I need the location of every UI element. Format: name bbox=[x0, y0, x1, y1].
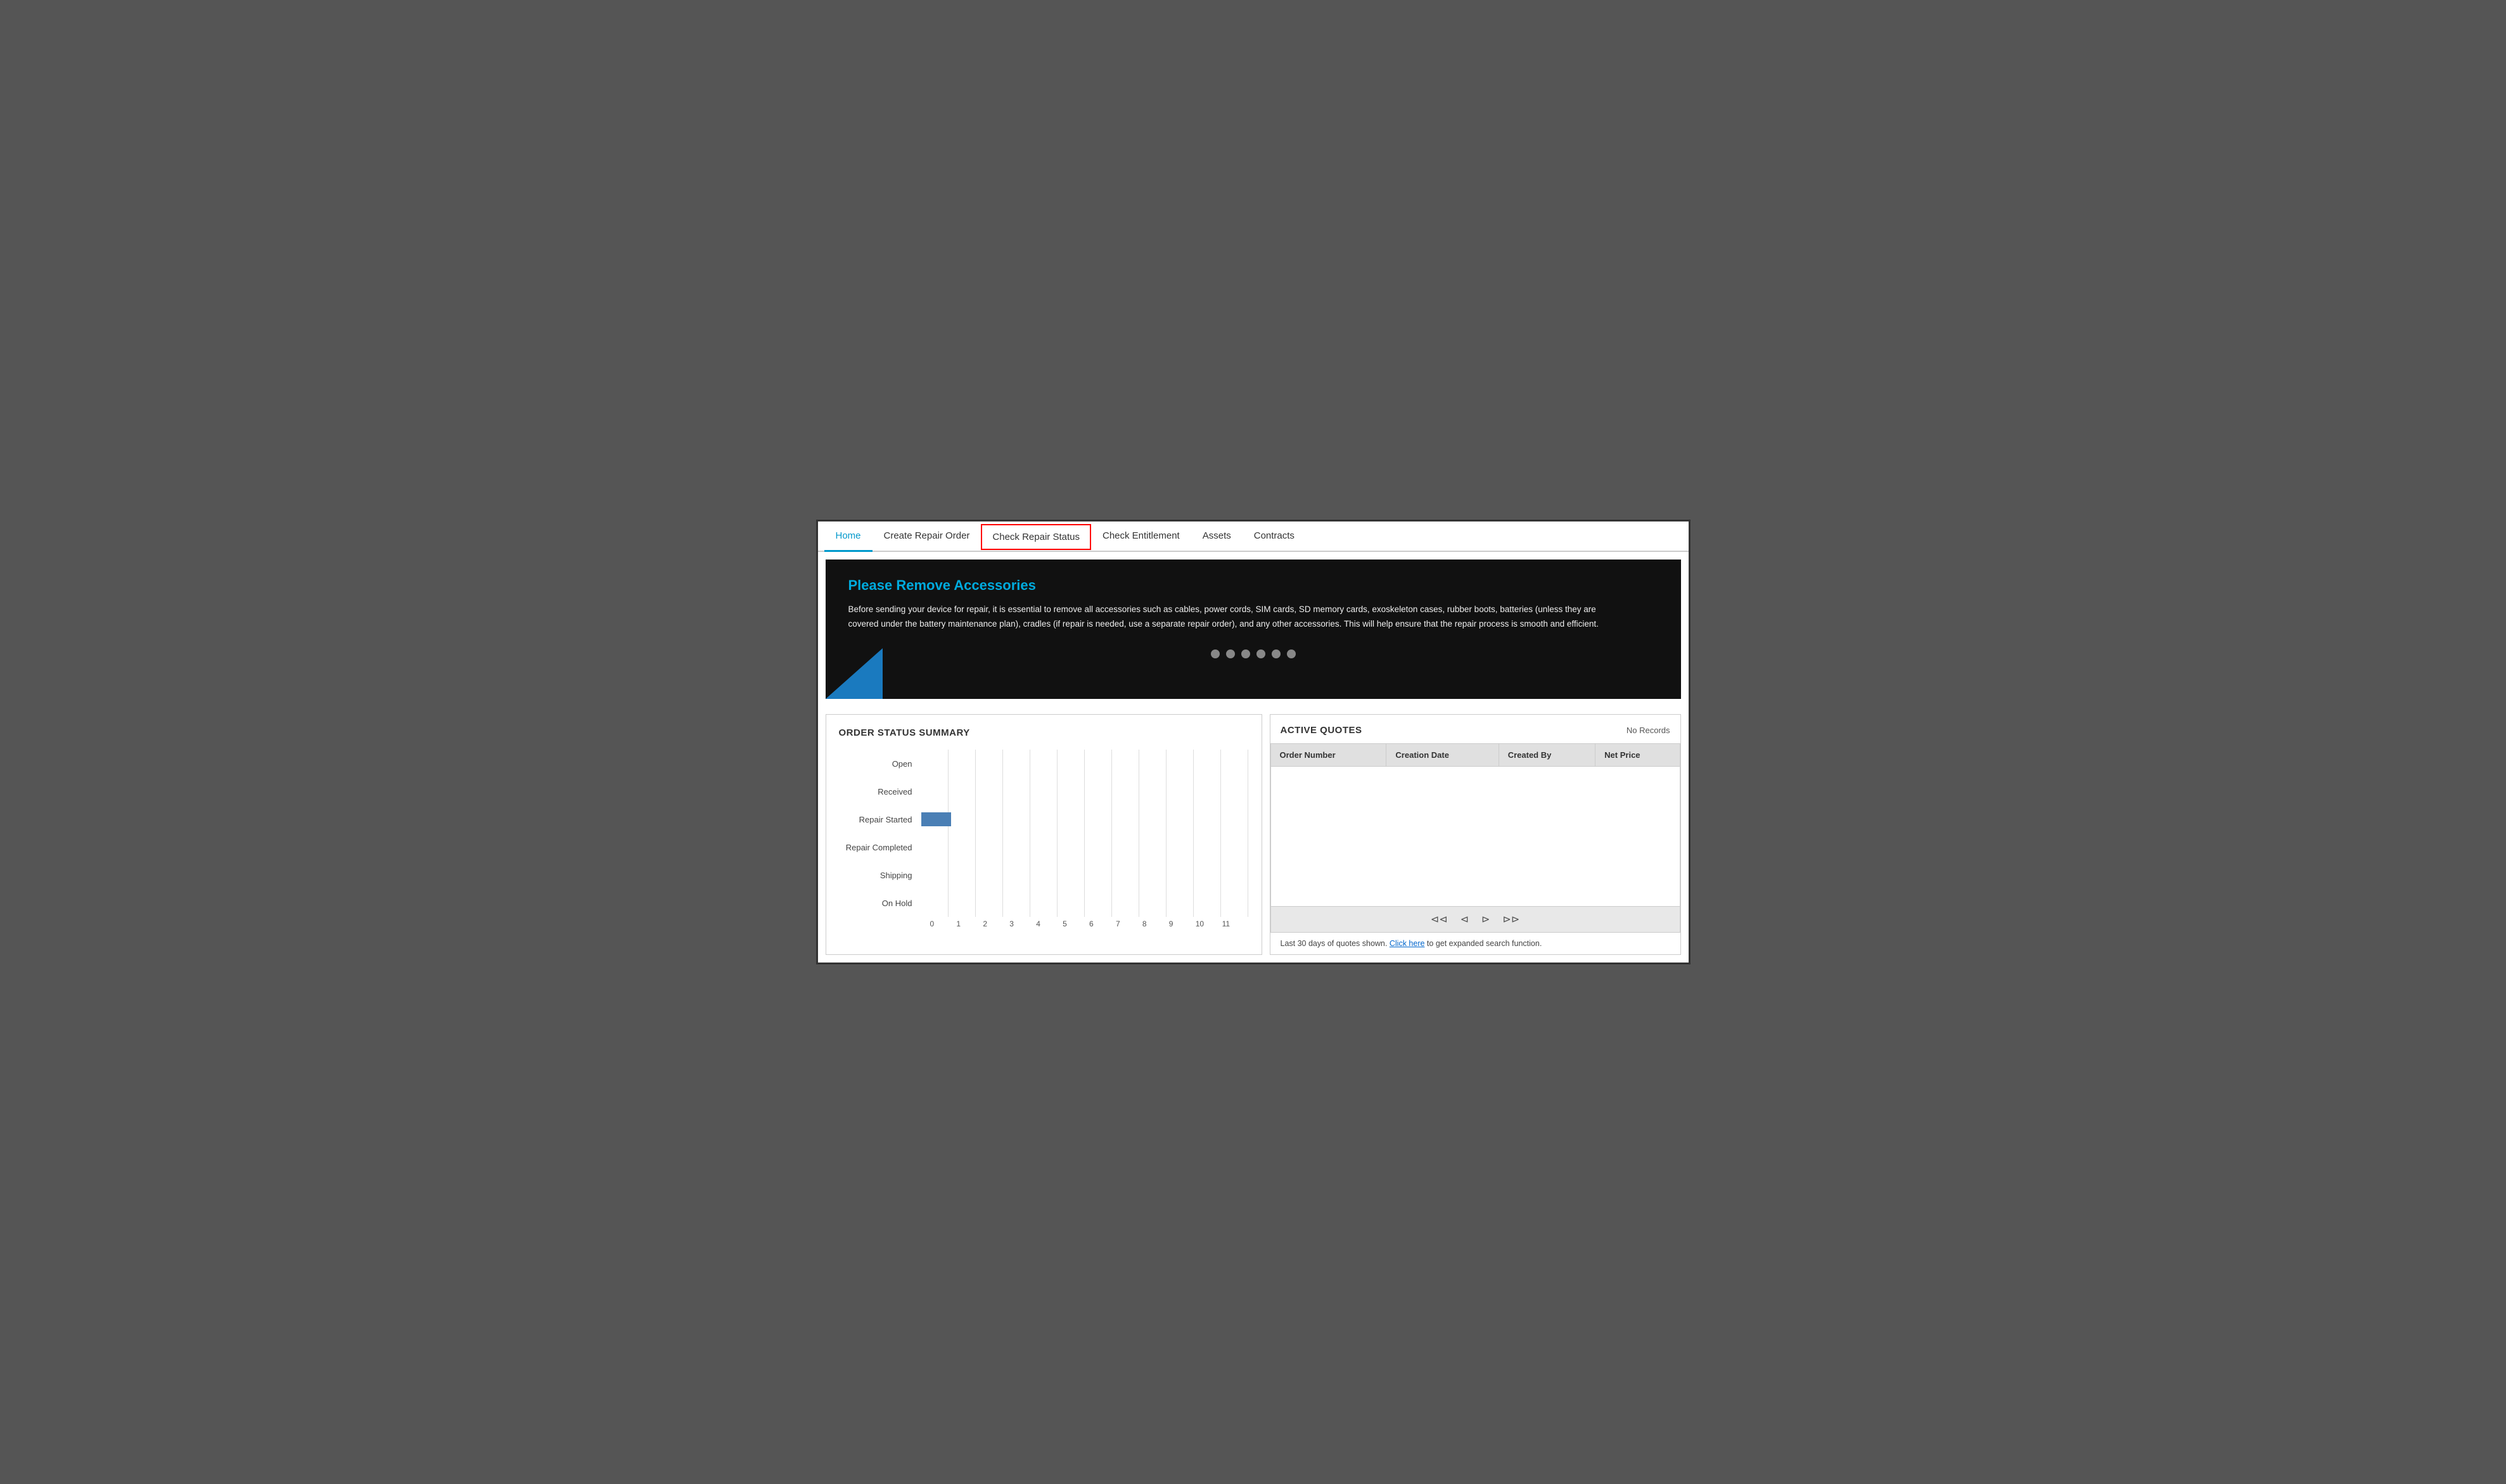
x-axis-label: 10 bbox=[1196, 919, 1222, 928]
nav-item-home[interactable]: Home bbox=[824, 521, 873, 552]
x-axis-label: 9 bbox=[1169, 919, 1196, 928]
quotes-pagination: ⊲⊲ ⊲ ⊳ ⊳⊳ bbox=[1270, 906, 1680, 933]
chart-bar-area bbox=[921, 805, 1249, 833]
quotes-panel: ACTIVE QUOTES No Records Order Number Cr… bbox=[1270, 714, 1681, 955]
x-axis-label: 7 bbox=[1116, 919, 1142, 928]
x-axis-label: 5 bbox=[1063, 919, 1089, 928]
col-net-price: Net Price bbox=[1595, 744, 1680, 767]
chart-bar bbox=[921, 812, 951, 826]
dot-3 bbox=[1241, 649, 1250, 658]
nav-item-check-entitlement[interactable]: Check Entitlement bbox=[1091, 521, 1191, 552]
dot-6 bbox=[1287, 649, 1296, 658]
order-status-title: ORDER STATUS SUMMARY bbox=[839, 727, 1249, 738]
nav-item-assets[interactable]: Assets bbox=[1191, 521, 1243, 552]
chart-row-label: Received bbox=[839, 787, 921, 796]
chart-bar-area bbox=[921, 833, 1249, 861]
chart-row: Repair Started bbox=[839, 805, 1249, 833]
nav-bar: Home Create Repair Order Check Repair St… bbox=[818, 521, 1689, 552]
chart-row: Shipping bbox=[839, 861, 1249, 889]
chart-row: On Hold bbox=[839, 889, 1249, 917]
quotes-empty-area bbox=[1270, 767, 1680, 906]
x-axis-label: 3 bbox=[1009, 919, 1036, 928]
chart-x-axis: 01234567891011 bbox=[930, 917, 1249, 928]
chart-row: Received bbox=[839, 777, 1249, 805]
dot-2 bbox=[1226, 649, 1235, 658]
content-row: ORDER STATUS SUMMARY Open Received Repair … bbox=[818, 707, 1689, 963]
banner-dots bbox=[848, 649, 1658, 658]
chart-bar-area bbox=[921, 750, 1249, 777]
nav-item-contracts[interactable]: Contracts bbox=[1243, 521, 1306, 552]
dot-1 bbox=[1211, 649, 1220, 658]
chart-row-label: On Hold bbox=[839, 899, 921, 908]
chart-bar-area bbox=[921, 889, 1249, 917]
col-creation-date: Creation Date bbox=[1386, 744, 1499, 767]
col-order-number: Order Number bbox=[1270, 744, 1386, 767]
quotes-table-header-row: Order Number Creation Date Created By Ne… bbox=[1270, 744, 1680, 767]
pagination-next[interactable]: ⊳ bbox=[1478, 912, 1493, 927]
banner-title: Please Remove Accessories bbox=[848, 577, 1658, 594]
quotes-footer-text: Last 30 days of quotes shown. bbox=[1281, 939, 1388, 948]
app-container: Home Create Repair Order Check Repair St… bbox=[816, 520, 1691, 964]
chart-row-label: Repair Started bbox=[839, 815, 921, 824]
banner-triangle bbox=[826, 648, 883, 699]
chart-area: Open Received Repair Started Repair Complet… bbox=[839, 750, 1249, 917]
x-axis-label: 4 bbox=[1036, 919, 1063, 928]
nav-item-check-repair-status[interactable]: Check Repair Status bbox=[981, 524, 1091, 550]
pagination-last[interactable]: ⊳⊳ bbox=[1499, 912, 1523, 927]
chart-row: Repair Completed bbox=[839, 833, 1249, 861]
no-records-label: No Records bbox=[1627, 726, 1670, 735]
pagination-first[interactable]: ⊲⊲ bbox=[1427, 912, 1452, 927]
chart-row-label: Shipping bbox=[839, 871, 921, 880]
quotes-header: ACTIVE QUOTES No Records bbox=[1270, 715, 1680, 741]
x-axis-label: 11 bbox=[1222, 919, 1249, 928]
dot-4 bbox=[1256, 649, 1265, 658]
dot-5 bbox=[1272, 649, 1281, 658]
banner: Please Remove Accessories Before sending… bbox=[826, 560, 1681, 699]
x-axis-label: 6 bbox=[1089, 919, 1116, 928]
nav-item-create-repair-order[interactable]: Create Repair Order bbox=[873, 521, 981, 552]
x-axis-label: 0 bbox=[930, 919, 957, 928]
chart-bar-area bbox=[921, 861, 1249, 889]
x-axis-label: 1 bbox=[956, 919, 983, 928]
quotes-table: Order Number Creation Date Created By Ne… bbox=[1270, 743, 1680, 767]
chart-bar-area bbox=[921, 777, 1249, 805]
quotes-title: ACTIVE QUOTES bbox=[1281, 725, 1362, 736]
quotes-footer-suffix: to get expanded search function. bbox=[1427, 939, 1542, 948]
chart-row: Open bbox=[839, 750, 1249, 777]
quotes-footer: Last 30 days of quotes shown. Click here… bbox=[1270, 933, 1680, 954]
chart-row-label: Open bbox=[839, 759, 921, 769]
quotes-footer-link[interactable]: Click here bbox=[1390, 939, 1425, 948]
order-status-panel: ORDER STATUS SUMMARY Open Received Repair … bbox=[826, 714, 1262, 955]
banner-text: Before sending your device for repair, i… bbox=[848, 603, 1618, 632]
x-axis-label: 8 bbox=[1142, 919, 1169, 928]
chart-row-label: Repair Completed bbox=[839, 843, 921, 852]
x-axis-label: 2 bbox=[983, 919, 1009, 928]
pagination-prev[interactable]: ⊲ bbox=[1457, 912, 1473, 927]
col-created-by: Created By bbox=[1499, 744, 1595, 767]
